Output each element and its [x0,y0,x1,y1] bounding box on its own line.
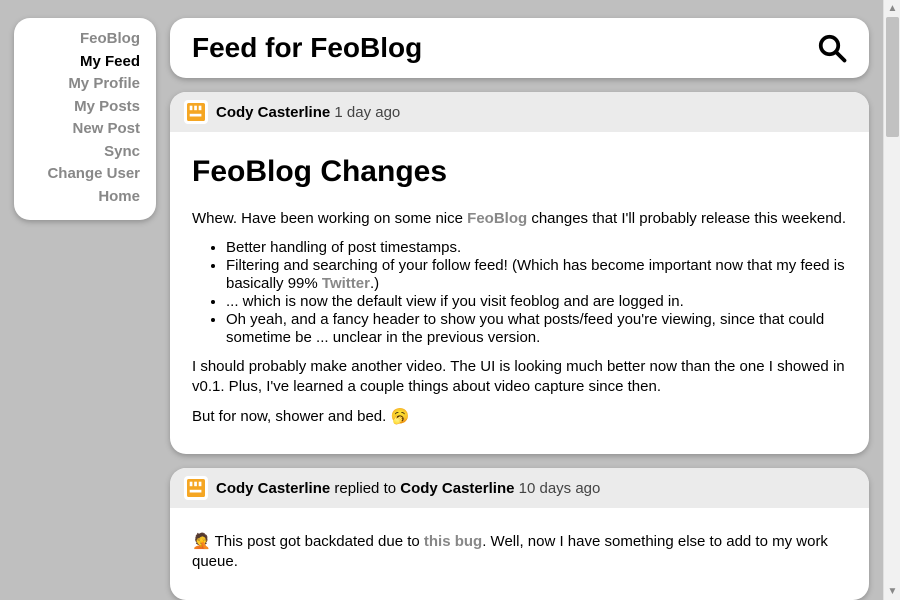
sidebar-item-sync[interactable]: Sync [30,141,140,164]
post-bullets: Better handling of post timestamps. Filt… [226,239,847,347]
sidebar-item-my-profile[interactable]: My Profile [30,73,140,96]
post-header: Cody Casterline 1 day ago [170,92,869,132]
search-icon [817,33,847,63]
sidebar-item-my-posts[interactable]: My Posts [30,96,140,119]
post-header: Cody Casterline replied to Cody Casterli… [170,468,869,508]
list-item: Filtering and searching of your follow f… [226,257,847,293]
reply-to-author[interactable]: Cody Casterline [400,480,514,497]
sidebar-item-change-user[interactable]: Change User [30,163,140,186]
sidebar-item-new-post[interactable]: New Post [30,118,140,141]
list-item: ... which is now the default view if you… [226,293,847,311]
post-author[interactable]: Cody Casterline [216,104,330,121]
post-time: 1 day ago [334,104,400,121]
post-author[interactable]: Cody Casterline [216,480,330,497]
feed-header: Feed for FeoBlog [170,18,869,78]
post-byline: Cody Casterline 1 day ago [216,104,400,121]
post-title: FeoBlog Changes [192,152,847,193]
sidebar-item-home[interactable]: Home [30,186,140,209]
avatar-icon [187,103,205,121]
feoblog-link[interactable]: FeoBlog [467,210,527,227]
scrollbar-up-button[interactable]: ▲ [884,0,900,17]
sidebar-item-feoblog[interactable]: FeoBlog [30,28,140,51]
scrollbar[interactable]: ▲ ▼ [883,0,900,600]
scrollbar-down-button[interactable]: ▼ [884,583,900,600]
page-title: Feed for FeoBlog [192,32,422,64]
post-intro: Whew. Have been working on some nice Feo… [192,209,847,229]
sidebar: FeoBlog My Feed My Profile My Posts New … [14,18,156,220]
bug-link[interactable]: this bug [424,533,482,550]
avatar[interactable] [184,100,208,124]
avatar-icon [187,479,205,497]
post-byline: Cody Casterline replied to Cody Casterli… [216,480,600,497]
list-item: Better handling of post timestamps. [226,239,847,257]
post-para: I should probably make another video. Th… [192,357,847,398]
post-card: Cody Casterline 1 day ago FeoBlog Change… [170,92,869,454]
post-time: 10 days ago [519,480,601,497]
post-body: FeoBlog Changes Whew. Have been working … [170,132,869,454]
post-para: 🤦 This post got backdated due to this bu… [192,532,847,573]
post-para: But for now, shower and bed. 🥱 [192,407,847,427]
avatar[interactable] [184,476,208,500]
post-card: Cody Casterline replied to Cody Casterli… [170,468,869,600]
search-button[interactable] [817,33,847,63]
post-body: 🤦 This post got backdated due to this bu… [170,508,869,600]
twitter-link[interactable]: Twitter [322,275,370,292]
main-content: Feed for FeoBlog [170,18,869,600]
sidebar-item-my-feed[interactable]: My Feed [30,51,140,74]
scrollbar-thumb[interactable] [886,17,899,137]
list-item: Oh yeah, and a fancy header to show you … [226,311,847,347]
